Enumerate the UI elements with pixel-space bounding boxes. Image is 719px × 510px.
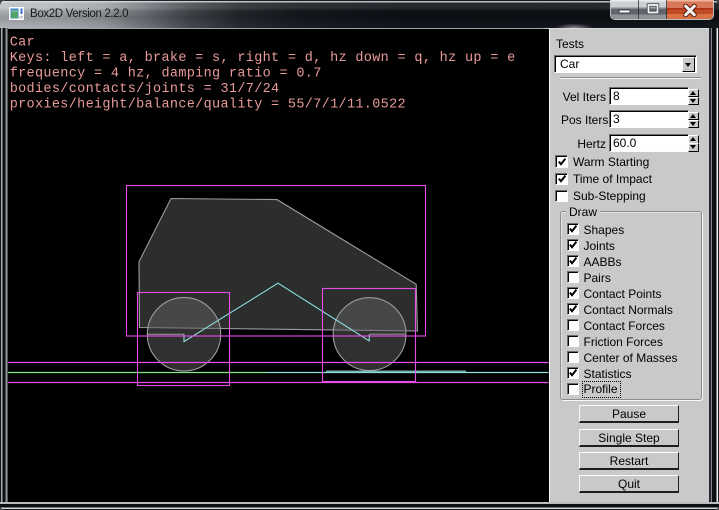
svg-text:frequency = 4 hz, damping rati: frequency = 4 hz, damping ratio = 0.7 xyxy=(10,67,322,82)
svg-text:Car: Car xyxy=(10,36,35,51)
svg-text:bodies/contacts/joints = 31/7/: bodies/contacts/joints = 31/7/24 xyxy=(10,82,280,97)
svg-text:Keys: left = a, brake = s, rig: Keys: left = a, brake = s, right = d, hz… xyxy=(10,51,516,66)
svg-text:proxies/height/balance/quality: proxies/height/balance/quality = 55/7/1/… xyxy=(10,98,406,113)
